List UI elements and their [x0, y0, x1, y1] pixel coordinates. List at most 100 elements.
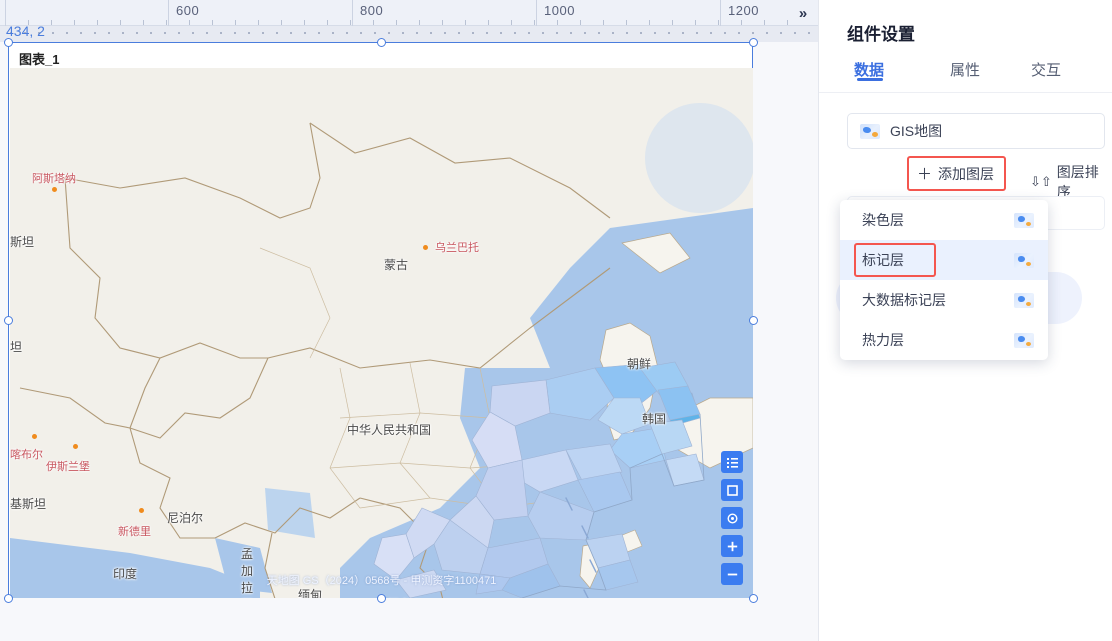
resize-handle-nw[interactable]: [4, 38, 13, 47]
layer-menu-item[interactable]: 热力层: [840, 320, 1048, 360]
tab-interaction[interactable]: 交互: [1031, 59, 1061, 80]
sort-updown-icon: ⇩⇧: [1030, 174, 1052, 189]
capital-city-dot: [52, 187, 57, 192]
tab-active-underline: [857, 78, 883, 81]
horizontal-ruler[interactable]: 600 800 1000 1200: [0, 0, 818, 26]
ruler-tick: [304, 20, 305, 25]
legend-list-button[interactable]: [721, 451, 743, 473]
capital-city-dot: [139, 508, 144, 513]
ruler-tick: [74, 20, 75, 25]
strip-dot: [500, 32, 502, 34]
strip-dot: [276, 32, 278, 34]
strip-dot: [416, 32, 418, 34]
layer-menu-item-label: 大数据标记层: [862, 292, 946, 308]
gis-map-canvas[interactable]: 阿斯塔纳斯坦坦喀布尔伊斯兰堡基斯坦新德里尼泊尔印度孟加拉国缅甸内比都老万象河内越…: [10, 68, 753, 598]
strip-dot: [696, 32, 698, 34]
strip-dot: [598, 32, 600, 34]
strip-dot: [290, 32, 292, 34]
strip-dot: [458, 32, 460, 34]
ruler-tick: [212, 20, 213, 25]
layer-menu-item[interactable]: 大数据标记层: [840, 280, 1048, 320]
strip-dot: [52, 32, 54, 34]
strip-dot: [528, 32, 530, 34]
capital-city-dot: [423, 245, 428, 250]
ruler-tick: [97, 20, 98, 25]
resize-handle-n[interactable]: [377, 38, 386, 47]
add-layer-dropdown-menu[interactable]: 染色层标记层大数据标记层热力层: [840, 200, 1048, 360]
layer-menu-item[interactable]: 染色层: [840, 200, 1048, 240]
ruler-tick: [580, 20, 581, 25]
strip-dot: [542, 32, 544, 34]
strip-dot: [374, 32, 376, 34]
ruler-tick: [442, 20, 443, 25]
ruler-tick: [672, 20, 673, 25]
ruler-tick: [534, 20, 535, 25]
strip-dot: [724, 32, 726, 34]
ruler-tick: [649, 20, 650, 25]
map-source-selector[interactable]: GIS地图: [847, 113, 1105, 149]
strip-dot: [178, 32, 180, 34]
layer-menu-item-label: 标记层: [862, 252, 904, 268]
ruler-tick: [465, 20, 466, 25]
strip-dot: [192, 32, 194, 34]
ruler-major-separator: [536, 0, 537, 26]
strip-dot: [612, 32, 614, 34]
strip-dot: [738, 32, 740, 34]
layer-type-thumbnail-icon: [1014, 292, 1034, 308]
add-layer-button[interactable]: ＋ 添加图层: [907, 156, 1007, 191]
resize-handle-se[interactable]: [749, 594, 758, 603]
locate-button[interactable]: [721, 507, 743, 529]
resize-handle-ne[interactable]: [749, 38, 758, 47]
ruler-tick: [235, 20, 236, 25]
ruler-tick: [557, 20, 558, 25]
strip-dot: [164, 32, 166, 34]
ruler-tick: [718, 20, 719, 25]
ruler-tick: [51, 20, 52, 25]
strip-dot: [262, 32, 264, 34]
strip-dot: [794, 32, 796, 34]
strip-dot: [150, 32, 152, 34]
tab-properties[interactable]: 属性: [950, 59, 980, 80]
tab-interaction-label: 交互: [1031, 62, 1062, 79]
layer-menu-item[interactable]: 标记层: [840, 240, 1048, 280]
resize-handle-e[interactable]: [749, 316, 758, 325]
strip-dot: [234, 32, 236, 34]
ruler-major-separator: [352, 0, 353, 26]
strip-dot: [388, 32, 390, 34]
layer-type-thumbnail-icon: [1014, 332, 1034, 348]
strip-dot: [80, 32, 82, 34]
strip-dot: [668, 32, 670, 34]
zoom-in-button[interactable]: [721, 535, 743, 557]
add-layer-label: 添加图层: [938, 165, 995, 182]
fullscreen-button[interactable]: [721, 479, 743, 501]
strip-dot: [402, 32, 404, 34]
zoom-out-button[interactable]: [721, 563, 743, 585]
strip-dot: [94, 32, 96, 34]
strip-dot: [444, 32, 446, 34]
tab-data[interactable]: 数据: [854, 59, 884, 81]
layer-menu-item-label: 染色层: [862, 212, 904, 228]
map-thumbnail-icon: [860, 123, 880, 139]
ruler-major-separator: [720, 0, 721, 26]
ruler-tick: [373, 20, 374, 25]
resize-handle-sw[interactable]: [4, 594, 13, 603]
chevron-double-right-icon[interactable]: »: [792, 2, 814, 24]
map-attribution: 天地图 GS（2024）0568号 - 甲测资字1100471: [266, 575, 497, 587]
map-controls[interactable]: [721, 451, 743, 585]
ruler-tick: [327, 20, 328, 25]
strip-dot: [654, 32, 656, 34]
resize-handle-s[interactable]: [377, 594, 386, 603]
ruler-tick: [258, 20, 259, 25]
ruler-tick: [281, 20, 282, 25]
ruler-major-separator: [168, 0, 169, 26]
strip-dot: [136, 32, 138, 34]
ruler-tick: [396, 20, 397, 25]
ruler-tick: [764, 20, 765, 25]
layer-type-thumbnail-icon: [1014, 212, 1034, 228]
ruler-tick: [350, 20, 351, 25]
selected-widget-frame[interactable]: 图表_1 阿斯塔纳 斯坦 坦 喀布尔 伊斯兰堡 基斯坦 新德里 尼泊尔 印度 孟…: [4, 38, 758, 603]
panel-tabs[interactable]: 数据 属性 交互: [819, 55, 1112, 93]
resize-handle-w[interactable]: [4, 316, 13, 325]
canvas-area: 600 800 1000 1200 434, 2 » 图表_1 阿斯塔纳 斯坦 …: [0, 0, 818, 641]
strip-dot: [122, 32, 124, 34]
